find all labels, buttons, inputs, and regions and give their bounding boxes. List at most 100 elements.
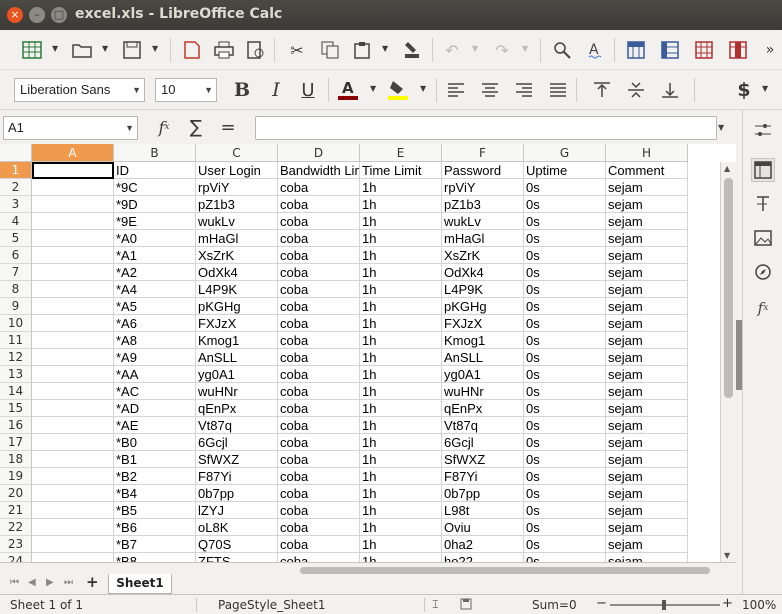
table-cell[interactable]: sejam bbox=[606, 485, 688, 502]
table-cell[interactable]: FXJzX bbox=[196, 315, 278, 332]
table-cell[interactable]: rpViY bbox=[196, 179, 278, 196]
table-cell[interactable]: coba bbox=[278, 213, 360, 230]
table-cell[interactable]: mHaGl bbox=[442, 230, 524, 247]
row-header[interactable]: 17 bbox=[0, 434, 32, 451]
column-header-b[interactable]: B bbox=[114, 144, 196, 162]
table-cell[interactable]: sejam bbox=[606, 451, 688, 468]
table-cell[interactable]: mHaGl bbox=[196, 230, 278, 247]
table-cell[interactable]: 1h bbox=[360, 213, 442, 230]
print-preview-icon[interactable] bbox=[244, 38, 268, 62]
row-header[interactable]: 14 bbox=[0, 383, 32, 400]
table-cell[interactable] bbox=[32, 451, 114, 468]
table-cell[interactable]: coba bbox=[278, 400, 360, 417]
row-header[interactable]: 13 bbox=[0, 366, 32, 383]
row-header[interactable]: 19 bbox=[0, 468, 32, 485]
table-cell[interactable]: coba bbox=[278, 434, 360, 451]
table-cell[interactable] bbox=[32, 264, 114, 281]
table-cell[interactable]: 1h bbox=[360, 553, 442, 562]
table-cell[interactable]: sejam bbox=[606, 315, 688, 332]
table-cell[interactable]: wuHNr bbox=[442, 383, 524, 400]
column-header-a[interactable]: A bbox=[32, 144, 114, 162]
row-header[interactable]: 23 bbox=[0, 536, 32, 553]
table-cell[interactable]: *A2 bbox=[114, 264, 196, 281]
table-cell[interactable]: 1h bbox=[360, 315, 442, 332]
table-cell[interactable] bbox=[32, 196, 114, 213]
table-cell[interactable]: XsZrK bbox=[196, 247, 278, 264]
table-cell[interactable]: AnSLL bbox=[196, 349, 278, 366]
table-cell[interactable]: wukLv bbox=[442, 213, 524, 230]
row-header[interactable]: 2 bbox=[0, 179, 32, 196]
table-cell[interactable]: coba bbox=[278, 315, 360, 332]
table-cell[interactable]: ho22 bbox=[442, 553, 524, 562]
table-cell[interactable]: 1h bbox=[360, 400, 442, 417]
table-cell[interactable]: *A8 bbox=[114, 332, 196, 349]
align-center-icon[interactable] bbox=[478, 78, 502, 102]
table-cell[interactable]: 0s bbox=[524, 213, 606, 230]
table-cell[interactable]: sejam bbox=[606, 247, 688, 264]
table-cell[interactable]: sejam bbox=[606, 349, 688, 366]
table-cell[interactable]: 1h bbox=[360, 383, 442, 400]
table-cell[interactable]: F87Yi bbox=[196, 468, 278, 485]
table-cell[interactable]: *B1 bbox=[114, 451, 196, 468]
gallery-icon[interactable] bbox=[751, 226, 775, 250]
table-cell[interactable]: *AD bbox=[114, 400, 196, 417]
table-cell[interactable]: *B4 bbox=[114, 485, 196, 502]
table-cell[interactable]: *A4 bbox=[114, 281, 196, 298]
row-header[interactable]: 21 bbox=[0, 502, 32, 519]
table-cell[interactable]: pKGHg bbox=[196, 298, 278, 315]
table-cell[interactable] bbox=[32, 247, 114, 264]
functions-icon[interactable]: fx bbox=[751, 296, 775, 320]
open-dropdown-icon[interactable]: ▼ bbox=[102, 44, 110, 56]
chevron-down-icon[interactable]: ▼ bbox=[132, 79, 141, 101]
table-cell[interactable]: L4P9K bbox=[442, 281, 524, 298]
table-cell[interactable]: 0s bbox=[524, 485, 606, 502]
table-cell[interactable]: sejam bbox=[606, 400, 688, 417]
minimize-window-button[interactable]: – bbox=[29, 7, 45, 23]
properties-icon[interactable] bbox=[751, 158, 775, 182]
bold-icon[interactable]: B bbox=[230, 78, 254, 102]
add-sheet-icon[interactable]: + bbox=[86, 573, 99, 591]
table-cell[interactable]: 0s bbox=[524, 281, 606, 298]
row-header[interactable]: 3 bbox=[0, 196, 32, 213]
table-cell[interactable]: coba bbox=[278, 485, 360, 502]
align-bottom-icon[interactable] bbox=[658, 78, 682, 102]
header-cell[interactable]: ID bbox=[114, 162, 196, 179]
expand-formula-icon[interactable]: ▼ bbox=[718, 116, 730, 140]
italic-icon[interactable]: I bbox=[264, 78, 288, 102]
table-cell[interactable]: Vt87q bbox=[196, 417, 278, 434]
table-cell[interactable]: *A6 bbox=[114, 315, 196, 332]
table-cell[interactable]: *A5 bbox=[114, 298, 196, 315]
row-header[interactable]: 5 bbox=[0, 230, 32, 247]
copy-icon[interactable] bbox=[318, 38, 342, 62]
table-cell[interactable]: sejam bbox=[606, 230, 688, 247]
header-cell[interactable] bbox=[32, 162, 114, 179]
table-cell[interactable]: sejam bbox=[606, 553, 688, 562]
previous-sheet-icon[interactable]: ◀ bbox=[28, 577, 36, 588]
spelling-icon[interactable]: A bbox=[584, 38, 608, 62]
table-cell[interactable]: coba bbox=[278, 247, 360, 264]
selection-mode-icon[interactable]: ⌶ bbox=[432, 598, 439, 612]
table-cell[interactable]: *A9 bbox=[114, 349, 196, 366]
table-cell[interactable] bbox=[32, 417, 114, 434]
table-cell[interactable]: 1h bbox=[360, 536, 442, 553]
table-cell[interactable]: coba bbox=[278, 332, 360, 349]
table-cell[interactable] bbox=[32, 213, 114, 230]
table-cell[interactable]: ZFTS bbox=[196, 553, 278, 562]
document-modified-icon[interactable] bbox=[460, 598, 472, 613]
table-cell[interactable]: sejam bbox=[606, 196, 688, 213]
currency-icon[interactable]: $ bbox=[732, 78, 756, 102]
table-cell[interactable]: 1h bbox=[360, 349, 442, 366]
table-cell[interactable]: FXJzX bbox=[442, 315, 524, 332]
chevron-down-icon[interactable]: ▼ bbox=[204, 79, 213, 101]
table-cell[interactable]: sejam bbox=[606, 298, 688, 315]
table-cell[interactable]: coba bbox=[278, 179, 360, 196]
table-cell[interactable]: 0b7pp bbox=[196, 485, 278, 502]
table-cell[interactable]: coba bbox=[278, 468, 360, 485]
column-header-h[interactable]: H bbox=[606, 144, 688, 162]
open-folder-icon[interactable] bbox=[70, 38, 94, 62]
maximize-window-button[interactable]: □ bbox=[51, 7, 67, 23]
table-cell[interactable]: coba bbox=[278, 196, 360, 213]
currency-dropdown-icon[interactable]: ▼ bbox=[762, 84, 770, 96]
table-cell[interactable]: 0s bbox=[524, 349, 606, 366]
vertical-scroll-thumb[interactable] bbox=[724, 178, 733, 398]
